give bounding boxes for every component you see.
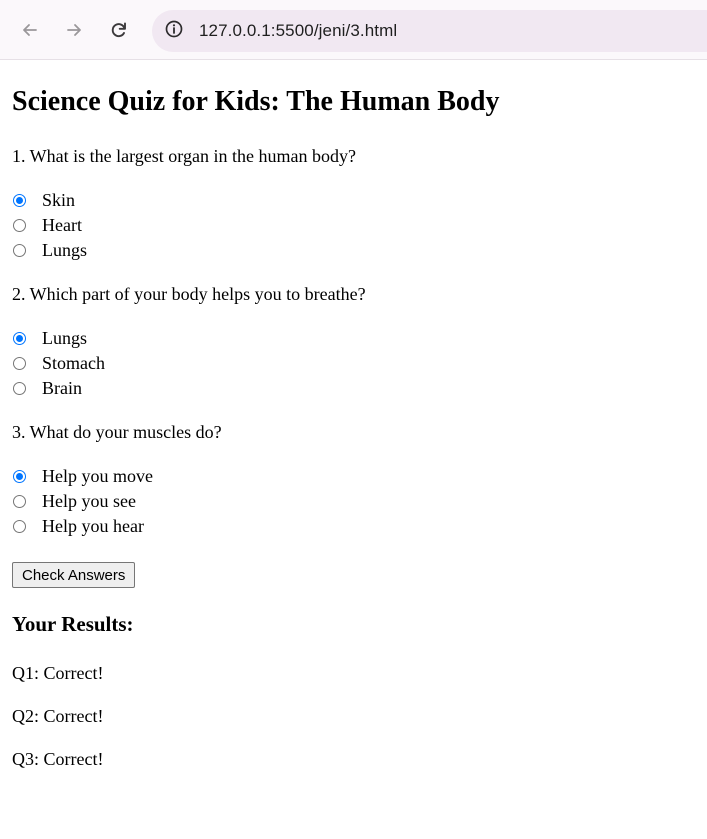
browser-toolbar: 127.0.0.1:5500/jeni/3.html [0,0,707,60]
url-text[interactable]: 127.0.0.1:5500/jeni/3.html [199,21,397,41]
forward-button[interactable] [58,14,90,46]
option-q3-hear[interactable]: Help you hear [12,515,144,537]
back-button[interactable] [14,14,46,46]
option-q1-heart[interactable]: Heart [12,214,82,236]
reload-icon [109,20,129,40]
reload-button[interactable] [103,14,135,46]
radio-button[interactable] [13,469,26,483]
site-info-button[interactable] [159,16,189,46]
arrow-left-icon [20,20,40,40]
option-q2-lungs[interactable]: Lungs [12,327,87,349]
question-text: 3. What do your muscles do? [12,422,222,442]
radio-button[interactable] [13,218,26,232]
result-q1: Q1: Correct! [12,663,104,683]
option-q2-brain[interactable]: Brain [12,377,82,399]
result-q3: Q3: Correct! [12,749,104,769]
results-heading: Your Results: [12,612,134,636]
option-label: Help you move [42,465,153,486]
option-label: Lungs [42,239,87,260]
radio-button[interactable] [13,243,26,257]
question-text: 1. What is the largest organ in the huma… [12,146,356,166]
option-label: Help you see [42,490,136,511]
option-label: Lungs [42,327,87,348]
check-answers-button[interactable]: Check Answers [12,562,136,588]
address-bar[interactable]: 127.0.0.1:5500/jeni/3.html [152,10,707,52]
radio-button[interactable] [13,356,26,370]
radio-button[interactable] [13,494,26,508]
option-q1-skin[interactable]: Skin [12,189,75,211]
option-q2-stomach[interactable]: Stomach [12,352,105,374]
option-q3-move[interactable]: Help you move [12,465,153,487]
option-label: Heart [42,214,82,235]
option-q1-lungs[interactable]: Lungs [12,239,87,261]
option-label: Help you hear [42,515,144,536]
result-q2: Q2: Correct! [12,706,104,726]
option-label: Skin [42,189,76,210]
option-q3-see[interactable]: Help you see [12,490,136,512]
question-text: 2. Which part of your body helps you to … [12,284,366,304]
page-title: Science Quiz for Kids: The Human Body [12,86,500,117]
arrow-right-icon [64,20,84,40]
radio-button[interactable] [13,331,26,345]
radio-button[interactable] [13,381,26,395]
radio-button[interactable] [13,519,26,533]
info-icon [164,19,184,43]
radio-button[interactable] [13,193,26,207]
option-label: Brain [42,377,82,398]
option-label: Stomach [42,352,105,373]
